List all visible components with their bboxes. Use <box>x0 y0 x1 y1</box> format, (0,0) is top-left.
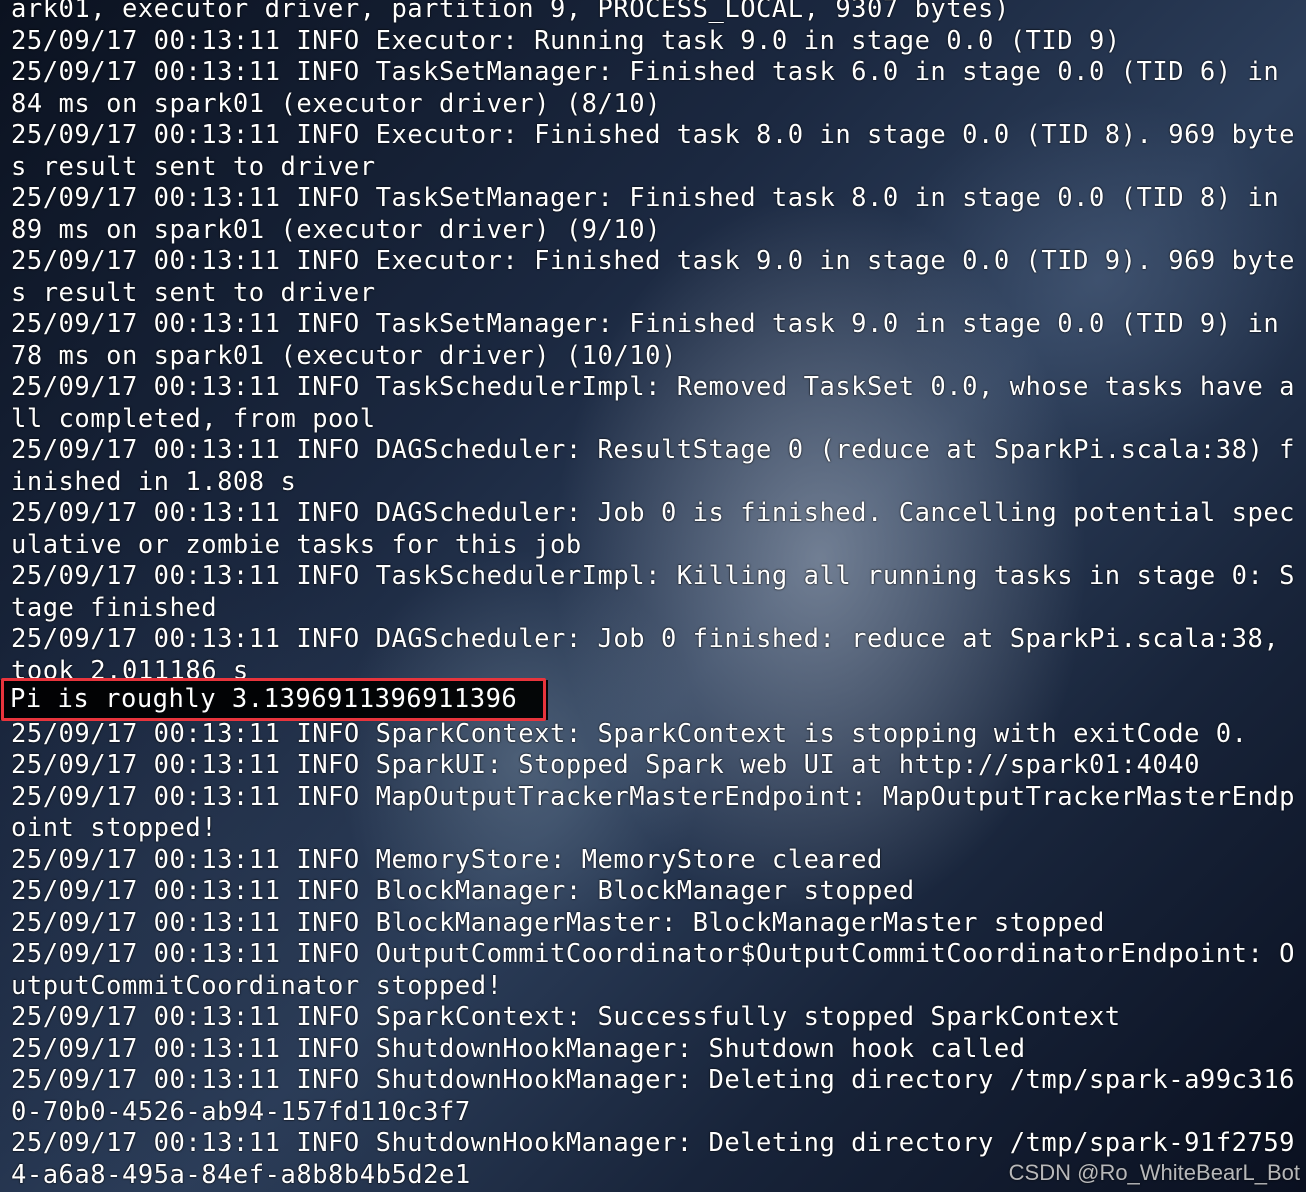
log-line: oint stopped! <box>11 813 218 843</box>
log-line: ark01, executor driver, partition 9, PRO… <box>11 0 1010 24</box>
csdn-watermark: CSDN @Ro_WhiteBearL_Bot <box>1008 1160 1300 1185</box>
log-line: 25/09/17 00:13:11 INFO ShutdownHookManag… <box>11 1065 1296 1095</box>
log-line: 25/09/17 00:13:11 INFO SparkContext: Spa… <box>11 718 1248 749</box>
result-highlight-box <box>1 678 546 721</box>
log-line: inished in 1.808 s <box>11 466 297 497</box>
log-line: 89 ms on spark01 (executor driver) (9/10… <box>11 214 661 245</box>
log-line: 25/09/17 00:13:11 INFO MapOutputTrackerM… <box>11 781 1296 812</box>
log-line: 25/09/17 00:13:11 INFO BlockManagerMaste… <box>11 907 1105 938</box>
log-line: 25/09/17 00:13:11 INFO TaskSchedulerImpl… <box>11 561 1296 591</box>
log-line: 25/09/17 00:13:11 INFO TaskSetManager: F… <box>11 309 1280 339</box>
log-line: 25/09/17 00:13:11 INFO DAGScheduler: Job… <box>11 624 1280 654</box>
log-line: utputCommitCoordinator stopped! <box>11 970 503 1001</box>
log-line: 25/09/17 00:13:11 INFO BlockManager: Blo… <box>11 876 915 906</box>
log-line: 25/09/17 00:13:11 INFO SparkContext: Suc… <box>11 1002 1121 1032</box>
log-line: 4-a6a8-495a-84ef-a8b8b4b5d2e1 <box>11 1159 471 1190</box>
log-line: 25/09/17 00:13:11 INFO TaskSchedulerImpl… <box>11 372 1296 402</box>
log-line: ulative or zombie tasks for this job <box>11 529 582 560</box>
log-line: 25/09/17 00:13:11 INFO TaskSetManager: F… <box>11 57 1280 87</box>
log-line: 25/09/17 00:13:11 INFO MemoryStore: Memo… <box>11 844 883 875</box>
log-line: 25/09/17 00:13:11 INFO DAGScheduler: Res… <box>11 435 1296 465</box>
log-line: 25/09/17 00:13:11 INFO DAGScheduler: Job… <box>11 498 1296 528</box>
log-line: 0-70b0-4526-ab94-157fd110c3f7 <box>11 1096 471 1127</box>
log-line: 25/09/17 00:13:11 INFO ShutdownHookManag… <box>11 1033 1026 1064</box>
log-line: 25/09/17 00:13:11 INFO Executor: Running… <box>11 25 1121 56</box>
terminal-output[interactable]: ark01, executor driver, partition 9, PRO… <box>0 0 1306 1192</box>
log-line: 25/09/17 00:13:11 INFO SparkUI: Stopped … <box>11 750 1200 780</box>
log-line: 25/09/17 00:13:11 INFO OutputCommitCoord… <box>11 939 1296 969</box>
log-line: 25/09/17 00:13:11 INFO ShutdownHookManag… <box>11 1128 1296 1158</box>
log-line: ll completed, from pool <box>11 403 376 434</box>
log-line: s result sent to driver <box>11 277 376 308</box>
log-line: s result sent to driver <box>11 151 376 182</box>
log-line: 84 ms on spark01 (executor driver) (8/10… <box>11 88 661 119</box>
log-line: tage finished <box>11 592 218 623</box>
log-line: 25/09/17 00:13:11 INFO Executor: Finishe… <box>11 120 1296 150</box>
log-line: 78 ms on spark01 (executor driver) (10/1… <box>11 340 677 371</box>
log-line: 25/09/17 00:13:11 INFO Executor: Finishe… <box>11 246 1296 276</box>
log-line: 25/09/17 00:13:11 INFO TaskSetManager: F… <box>11 183 1280 213</box>
